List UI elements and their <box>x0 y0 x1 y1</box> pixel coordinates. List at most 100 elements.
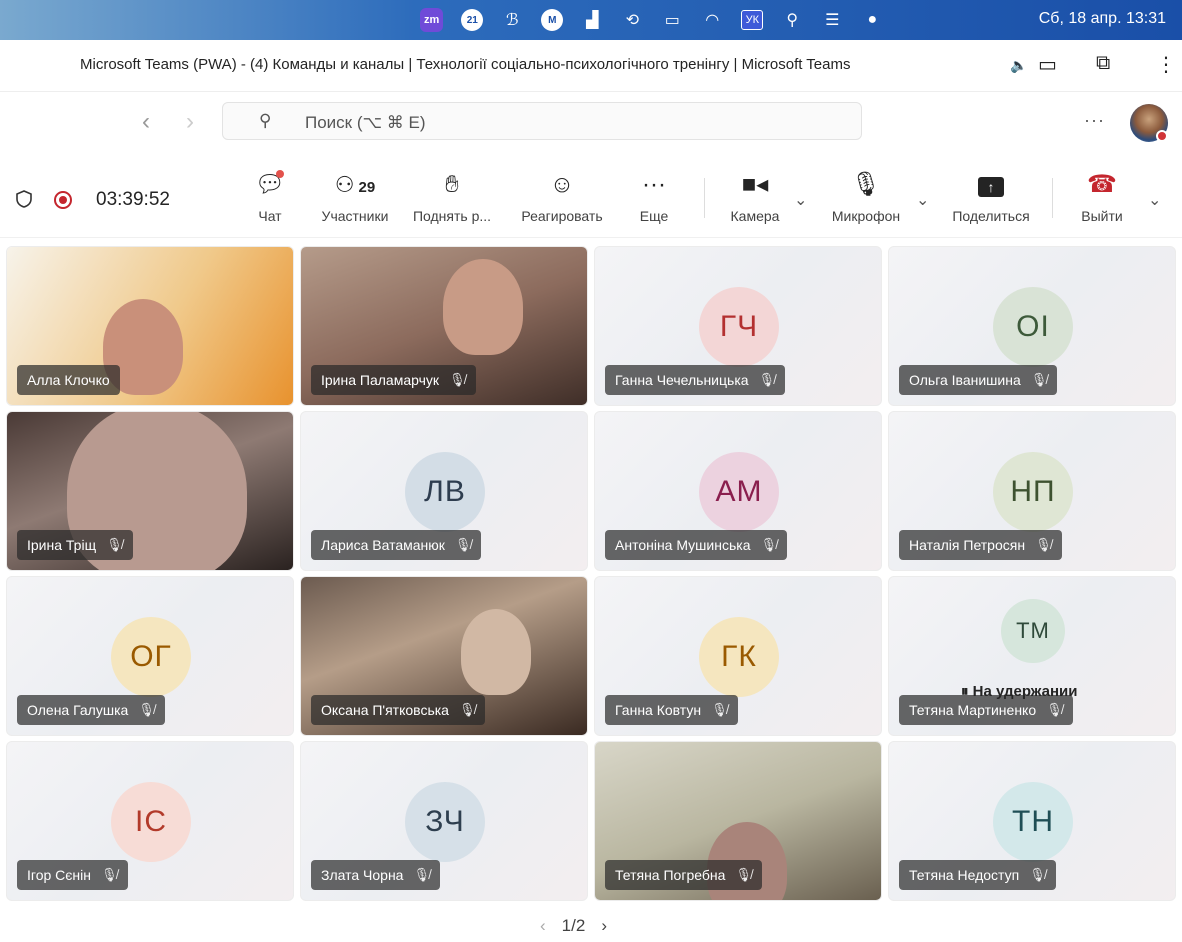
more-options-icon[interactable]: ··· <box>1084 110 1105 131</box>
mic-muted-icon: 🎙︎̸ <box>106 537 123 552</box>
participant-tile[interactable]: ГЧ Ганна Чечельницька 🎙︎̸ <box>594 246 882 406</box>
pagination: ‹ 1/2 › <box>540 916 607 936</box>
hand-icon: ✋︎ <box>445 171 459 198</box>
participant-tile[interactable]: Алла Клочко <box>6 246 294 406</box>
back-arrow-icon[interactable]: ‹ <box>142 108 150 136</box>
more-button[interactable]: ··· Еще <box>630 170 678 224</box>
zoom-menubar-icon[interactable]: zm <box>420 8 444 32</box>
participant-video-person <box>461 609 531 695</box>
participant-name: Тетяна Погребна <box>615 867 726 883</box>
participant-name: Ганна Чечельницька <box>615 372 749 388</box>
participant-name: Антоніна Мушинська <box>615 537 751 553</box>
participant-tile[interactable]: ІС Ігор Сєнін 🎙︎̸ <box>6 741 294 901</box>
participant-name: Наталія Петросян <box>909 537 1026 553</box>
participant-initials-avatar: ОГ <box>111 617 191 697</box>
participant-tile[interactable]: Оксана П'ятковська 🎙︎̸ <box>300 576 588 736</box>
camera-chevron-down-icon[interactable]: ⌄ <box>794 190 807 210</box>
participant-initials-avatar: ІС <box>111 782 191 862</box>
participant-name-tag: Ігор Сєнін 🎙︎̸ <box>17 860 128 890</box>
participant-name-tag: Тетяна Мартиненко 🎙︎̸ <box>899 695 1073 725</box>
forward-arrow-icon[interactable]: › <box>186 108 194 136</box>
participant-tile[interactable]: ГК Ганна Ковтун 🎙︎̸ <box>594 576 882 736</box>
more-label: Еще <box>639 208 669 224</box>
extension-icon[interactable]: ⧉ <box>1096 52 1110 75</box>
keyboard-layout-icon[interactable]: УК <box>741 10 764 30</box>
recording-icon[interactable] <box>54 191 72 209</box>
mic-muted-icon: 🎙︎̸ <box>413 867 430 882</box>
menubar-clock[interactable]: Сб, 18 апр. 13:31 <box>1039 10 1166 28</box>
scribble-icon[interactable]: ℬ <box>501 8 523 32</box>
participant-tile[interactable]: Ірина Паламарчук 🎙︎̸ <box>300 246 588 406</box>
camera-button[interactable]: ■◂ Камера <box>718 170 792 224</box>
participant-name-tag: Лариса Ватаманюк 🎙︎̸ <box>311 530 482 560</box>
divider <box>1052 178 1053 218</box>
participant-tile[interactable]: Тетяна Погребна 🎙︎̸ <box>594 741 882 901</box>
wifi-icon[interactable]: ◠ <box>701 8 723 32</box>
participant-name: Алла Клочко <box>27 372 110 388</box>
raise-hand-button[interactable]: ✋︎ Поднять р... <box>404 170 500 224</box>
mic-muted-icon: 🎙︎̸ <box>1046 702 1063 717</box>
participant-name-tag: Ольга Іванишина 🎙︎̸ <box>899 365 1058 395</box>
macos-menubar: zm 21 ℬ M ▟ ⟲ ▭ ◠ УК ⚲ ☰ ● Сб, 18 апр. 1… <box>0 0 1182 40</box>
prev-page-icon[interactable]: ‹ <box>540 916 546 936</box>
participant-name: Злата Чорна <box>321 867 404 883</box>
participant-initials-avatar: ЛВ <box>405 452 485 532</box>
shield-icon[interactable] <box>16 190 32 208</box>
chat-button[interactable]: 💬︎ Чат <box>250 170 290 224</box>
participant-tile[interactable]: OI Ольга Іванишина 🎙︎̸ <box>888 246 1176 406</box>
participant-initials-avatar: OI <box>993 287 1073 367</box>
participant-tile[interactable]: ТН Тетяна Недоступ 🎙︎̸ <box>888 741 1176 901</box>
participant-tile[interactable]: НП Наталія Петросян 🎙︎̸ <box>888 411 1176 571</box>
camera-label: Камера <box>730 208 780 224</box>
participant-tile[interactable]: ЛВ Лариса Ватаманюк 🎙︎̸ <box>300 411 588 571</box>
battery-icon[interactable]: ▭ <box>661 8 683 32</box>
participant-initials-avatar: НП <box>993 452 1073 532</box>
leave-button[interactable]: ☎︎ Выйти <box>1074 170 1130 224</box>
microphone-button[interactable]: 🎙︎ Микрофон <box>822 170 910 224</box>
search-placeholder: Поиск (⌥ ⌘ E) <box>305 113 426 132</box>
participant-name-tag: Тетяна Недоступ 🎙︎̸ <box>899 860 1056 890</box>
siri-icon[interactable]: ● <box>861 8 883 32</box>
participant-name-tag: Ірина Паламарчук 🎙︎̸ <box>311 365 476 395</box>
participant-name-tag: Злата Чорна 🎙︎̸ <box>311 860 440 890</box>
mic-muted-icon: 🎙︎̸ <box>1029 867 1046 882</box>
spotlight-search-icon[interactable]: ⚲ <box>781 8 803 32</box>
camera-window-icon[interactable]: ▭ <box>1038 52 1057 77</box>
control-center-icon[interactable]: ☰ <box>821 8 843 32</box>
mic-muted-icon: 🎙︎̸ <box>454 537 472 552</box>
participant-initials-avatar: ЗЧ <box>405 782 485 862</box>
mic-muted-icon: 🎙︎̸ <box>1035 537 1052 552</box>
participant-tile[interactable]: АМ Антоніна Мушинська 🎙︎̸ <box>594 411 882 571</box>
notification-badge-icon[interactable]: 21 <box>461 9 484 31</box>
participant-video-person <box>443 259 523 355</box>
chart-icon[interactable]: ▟ <box>581 8 603 32</box>
participant-name-tag: Олена Галушка 🎙︎̸ <box>17 695 165 725</box>
participant-tile[interactable]: Ірина Тріщ 🎙︎̸ <box>6 411 294 571</box>
react-button[interactable]: ☺ Реагировать <box>512 170 612 224</box>
window-titlebar: Microsoft Teams (PWA) - (4) Команды и ка… <box>0 40 1182 92</box>
messenger-icon[interactable]: M <box>541 9 564 31</box>
microphone-icon: 🎙︎ <box>850 171 882 198</box>
participants-button[interactable]: ⚇ 29 Участники <box>312 170 398 224</box>
participant-name: Тетяна Мартиненко <box>909 702 1037 718</box>
participant-initials-avatar: ТН <box>993 782 1073 862</box>
search-input[interactable]: ⚲ Поиск (⌥ ⌘ E) <box>222 102 862 140</box>
mic-chevron-down-icon[interactable]: ⌄ <box>916 190 929 210</box>
mic-muted-icon: 🎙︎̸ <box>711 702 728 717</box>
participant-name-tag: Антоніна Мушинська 🎙︎̸ <box>605 530 787 560</box>
participant-name-tag: Алла Клочко <box>17 365 120 395</box>
participant-tile[interactable]: ЗЧ Злата Чорна 🎙︎̸ <box>300 741 588 901</box>
participant-tile[interactable]: ТМ ⏸ На удержании Тетяна Мартиненко 🎙︎̸ <box>888 576 1176 736</box>
page-indicator: 1/2 <box>561 916 586 935</box>
participant-name: Оксана П'ятковська <box>321 702 449 718</box>
divider <box>704 178 705 218</box>
mic-muted-icon: 🎙︎̸ <box>449 372 466 387</box>
leave-chevron-down-icon[interactable]: ⌄ <box>1148 190 1161 210</box>
participant-tile[interactable]: ОГ Олена Галушка 🎙︎̸ <box>6 576 294 736</box>
next-page-icon[interactable]: › <box>601 916 607 936</box>
teams-navbar: ‹ › ⚲ Поиск (⌥ ⌘ E) ··· <box>0 92 1182 156</box>
share-button[interactable]: ↑ Поделиться <box>944 170 1038 224</box>
microphone-label: Микрофон <box>831 208 901 224</box>
window-menu-icon[interactable]: ⋮ <box>1156 52 1176 77</box>
history-icon[interactable]: ⟲ <box>621 8 643 32</box>
